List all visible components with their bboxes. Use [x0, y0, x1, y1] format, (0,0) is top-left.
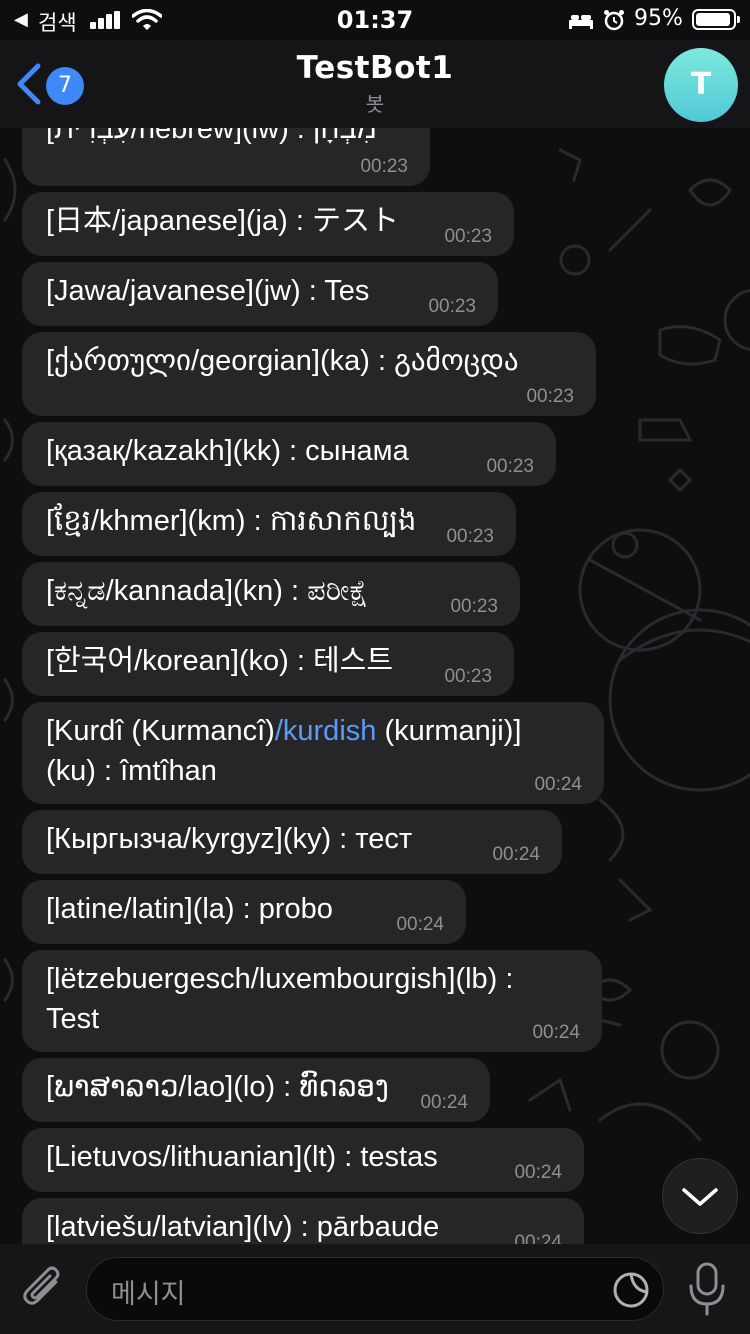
- message-text: [latviešu/latvian](lv) : pārbaude: [46, 1211, 440, 1243]
- message-bubble[interactable]: [Lietuvos/lithuanian](lt) : testas 00:24: [22, 1128, 584, 1192]
- message-bubble[interactable]: מִבְחָן : (iw)[hebrew/עִבְרִית] 00:23: [22, 128, 430, 186]
- message-bubble[interactable]: [Кыргызча/kyrgyz](ky) : тест 00:24: [22, 810, 562, 874]
- message-time: 00:24: [532, 1022, 580, 1043]
- message-time: 00:23: [444, 226, 492, 247]
- message-time: 00:24: [420, 1092, 468, 1113]
- chevron-down-icon: [682, 1188, 718, 1206]
- message-bubble[interactable]: [ქართული/georgian](ka) : გამოცდა 00:23: [22, 332, 596, 416]
- microphone-icon[interactable]: [686, 1260, 728, 1318]
- message-bubble[interactable]: [Jawa/javanese](jw) : Tes 00:23: [22, 262, 498, 326]
- message-bubble[interactable]: [ខ្មែរ/khmer](km) : ការសាកល្បង 00:23: [22, 492, 516, 556]
- message-text: [Jawa/javanese](jw) : Tes: [46, 275, 370, 307]
- message-bubble[interactable]: [한국어/korean](ko) : 테스트 00:23: [22, 632, 514, 696]
- message-time: 00:23: [428, 296, 476, 317]
- message-text: [日本/japanese](ja) : テスト: [46, 205, 399, 237]
- message-bubble[interactable]: [lëtzebuergesch/luxembourgish](lb) : Tes…: [22, 950, 602, 1052]
- message-text: [ខ្មែរ/khmer](km) : ការសាកល្បង: [46, 505, 417, 537]
- message-time: 00:24: [514, 1232, 562, 1244]
- message-composer: 메시지: [0, 1244, 750, 1334]
- message-text: [ಕನ್ನಡ/kannada](kn) : ಪರೀಕ್ಷೆ: [46, 575, 369, 607]
- battery-percent: 95%: [634, 6, 683, 31]
- bed-icon: [569, 15, 593, 29]
- message-input-placeholder: 메시지: [111, 1279, 186, 1310]
- message-bubble[interactable]: [Kurdî (Kurmancî)/kurdish (kurmanji)] (k…: [22, 702, 604, 804]
- message-line-1: [Kurdî (Kurmancî)/kurdish (kurmanji)]: [46, 711, 580, 751]
- message-time: 00:23: [526, 386, 574, 407]
- message-text: [ພາສາລາວ/lao](lo) : ທົດລອງ: [46, 1071, 389, 1103]
- chat-header: 7 TestBot1 봇 T: [0, 40, 750, 128]
- message-bubble[interactable]: [latviešu/latvian](lv) : pārbaude 00:24: [22, 1198, 584, 1244]
- message-link[interactable]: /kurdish: [275, 715, 377, 747]
- chat-subtitle: 봇: [365, 92, 385, 116]
- message-list[interactable]: מִבְחָן : (iw)[hebrew/עִבְרִית] 00:23 [日…: [0, 128, 750, 1244]
- message-text: מִבְחָן : (iw)[hebrew/עִבְרִית]: [46, 128, 377, 145]
- message-bubble[interactable]: [latine/latin](la) : probo 00:24: [22, 880, 466, 944]
- message-text: [lëtzebuergesch/luxembourgish](lb) :: [46, 963, 514, 995]
- sticker-icon[interactable]: [611, 1270, 651, 1310]
- paperclip-icon[interactable]: [20, 1264, 66, 1314]
- message-text: [latine/latin](la) : probo: [46, 893, 333, 925]
- message-time: 00:23: [446, 526, 494, 547]
- message-line-2: Test: [46, 1003, 100, 1035]
- message-text-part: (kurmanji)]: [376, 715, 522, 747]
- message-bubble[interactable]: [ພາສາລາວ/lao](lo) : ທົດລອງ 00:24: [22, 1058, 490, 1122]
- message-time: 00:23: [450, 596, 498, 617]
- message-time: 00:23: [444, 666, 492, 687]
- battery-nub: [737, 16, 740, 23]
- message-bubble[interactable]: [日本/japanese](ja) : テスト 00:23: [22, 192, 514, 256]
- alarm-icon: [604, 10, 624, 31]
- message-bubble[interactable]: [ಕನ್ನಡ/kannada](kn) : ಪರೀಕ್ಷೆ 00:23: [22, 562, 520, 626]
- scroll-to-bottom-button[interactable]: [662, 1158, 738, 1234]
- message-time: 00:23: [486, 456, 534, 477]
- message-time: 00:24: [514, 1162, 562, 1183]
- message-time: 00:24: [534, 774, 582, 795]
- message-text: [Lietuvos/lithuanian](lt) : testas: [46, 1141, 438, 1173]
- battery-fill: [696, 13, 731, 26]
- status-bar: ◀ 검색 01:37 95%: [0, 0, 750, 40]
- message-text: [қазақ/kazakh](kk) : сынама: [46, 435, 409, 467]
- avatar[interactable]: T: [664, 48, 738, 122]
- message-bubble[interactable]: [қазақ/kazakh](kk) : сынама 00:23: [22, 422, 556, 486]
- message-text: [ქართული/georgian](ka) : გამოცდა: [46, 345, 519, 377]
- message-time: 00:24: [492, 844, 540, 865]
- telegram-chat-screen: ◀ 검색 01:37 95% 7 TestBot1 봇 T מִבְחָן: …: [0, 0, 750, 1334]
- message-text: [Кыргызча/kyrgyz](ky) : тест: [46, 823, 413, 855]
- chat-title[interactable]: TestBot1: [0, 50, 750, 86]
- message-time: 00:23: [360, 156, 408, 177]
- message-time: 00:24: [396, 914, 444, 935]
- message-text-part: [Kurdî (Kurmancî): [46, 715, 275, 747]
- battery-icon: [692, 9, 740, 30]
- message-line-2: (ku) : îmtîhan: [46, 755, 217, 787]
- message-text: [한국어/korean](ko) : 테스트: [46, 645, 394, 677]
- message-input[interactable]: 메시지: [86, 1257, 664, 1321]
